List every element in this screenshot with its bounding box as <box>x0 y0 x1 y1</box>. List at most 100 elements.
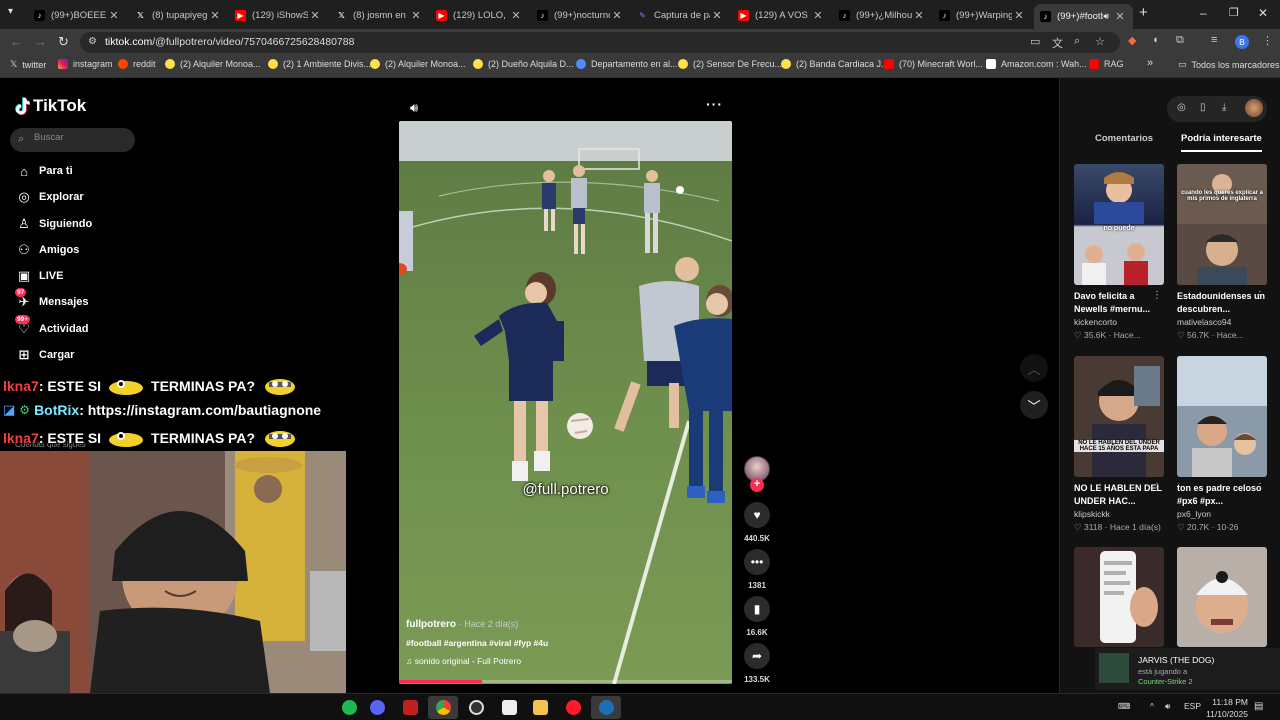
tab-comentarios[interactable]: Comentarios <box>1095 133 1153 144</box>
tab-search-icon[interactable]: ▾ <box>8 6 13 17</box>
nav-para-ti[interactable]: ⌂ Para ti <box>15 161 73 181</box>
browser-tab[interactable]: ▶(129) iShowSp✕ <box>229 4 328 26</box>
minimize-button[interactable]: – <box>1200 6 1207 20</box>
game-notification[interactable]: JARVIS (THE DOG) está jugando a Counter-… <box>1095 648 1280 690</box>
search-input[interactable] <box>34 132 129 143</box>
more-options-icon[interactable]: ··· <box>706 96 723 112</box>
nav-explorar[interactable]: ◎ Explorar <box>15 187 83 207</box>
nav-mensajes[interactable]: ✈ 97 Mensajes <box>15 288 89 312</box>
bookmark-item[interactable]: instagram <box>58 59 113 69</box>
previous-video-button[interactable]: ︿ <box>1020 354 1048 382</box>
close-icon[interactable]: ✕ <box>509 9 523 22</box>
suggested-video-card[interactable] <box>1177 547 1267 647</box>
nav-siguiendo[interactable]: ♙ Siguiendo <box>15 214 92 234</box>
suggested-thumbnail[interactable] <box>1177 356 1267 477</box>
zoom-icon[interactable]: ⌕ <box>1074 35 1080 48</box>
suggested-video-card[interactable]: NO LE HABLEN DEL UNDER HACE 15 AÑOS ESTA… <box>1074 356 1164 533</box>
suggested-thumbnail[interactable]: NO LE HABLEN DEL UNDER HACE 15 AÑOS ESTA… <box>1074 356 1164 477</box>
translate-icon[interactable]: 文 <box>1052 35 1063 51</box>
share-icon[interactable]: ➦ <box>744 643 770 669</box>
follow-plus-button[interactable]: + <box>750 478 764 492</box>
browser-tab[interactable]: ♪ (99+)nocturno ✕ <box>531 4 630 26</box>
video-player[interactable]: @full.potrero fullpotrero · Hace 2 día(s… <box>399 121 732 684</box>
device-icon[interactable]: ▯ <box>1200 102 1206 113</box>
video-sound[interactable]: ♫ sonido original - Full Potrero <box>406 656 726 666</box>
system-clock[interactable]: 11:18 PM 11/10/2025 <box>1198 696 1248 720</box>
close-icon[interactable]: ✕ <box>710 9 724 22</box>
bookmark-item[interactable]: RAG <box>1089 59 1124 69</box>
bookmark-item[interactable]: (2) 1 Ambiente Divis... <box>268 59 371 69</box>
taskbar-obs[interactable] <box>461 696 491 719</box>
close-icon[interactable]: ✕ <box>912 9 926 22</box>
more-options-icon[interactable]: ⋮ <box>1255 290 1265 301</box>
bookmark-item[interactable]: (2) Banda Cardiaca J... <box>781 59 889 69</box>
heart-icon[interactable]: ♥ <box>744 502 770 528</box>
tiktok-logo[interactable]: TikTok <box>14 96 86 116</box>
browser-tab[interactable]: ♪(99+)BOEEE #✕ <box>28 4 127 26</box>
profile-avatar[interactable]: B <box>1235 35 1249 49</box>
speaker-icon[interactable]: 🔊︎ <box>1103 11 1109 22</box>
nav-live[interactable]: ▣ LIVE <box>15 266 64 286</box>
taskbar-explorer[interactable] <box>525 696 555 719</box>
reload-button[interactable]: ↻ <box>58 34 69 50</box>
share-action[interactable]: ➦ 133.5K <box>744 643 770 684</box>
like-action[interactable]: ♥ 440.5K <box>744 502 770 543</box>
extension-icon[interactable]: ◖ <box>1152 34 1159 46</box>
bookmark-item[interactable]: (2) Alquiler Monoa... <box>370 59 466 69</box>
media-icon[interactable]: ≡ <box>1211 34 1217 46</box>
bookmark-item[interactable]: (2) Dueño Alquila D... <box>473 59 574 69</box>
bookmark-icon[interactable]: ▮ <box>744 596 770 622</box>
browser-tab[interactable]: ▶(129) A VOS PA✕ <box>732 4 831 26</box>
taskbar-app[interactable] <box>494 696 524 719</box>
all-bookmarks-folder[interactable]: ▭ Todos los marcadores <box>1178 59 1280 70</box>
browser-tab[interactable]: ♪ (99+)¿Milhous ✕ <box>833 4 932 26</box>
suggested-title[interactable]: ton es padre celoso #px6 #px... <box>1177 482 1267 508</box>
more-options-icon[interactable]: ⋮ <box>1152 290 1162 301</box>
tab-podria-interesarte[interactable]: Podría interesarte <box>1181 133 1262 152</box>
url-text[interactable]: tiktok.com/@fullpotrero/video/7570466725… <box>105 36 354 48</box>
suggested-thumbnail[interactable] <box>1074 547 1164 647</box>
bookmark-item[interactable]: reddit <box>118 59 156 69</box>
close-icon[interactable]: ✕ <box>208 9 222 22</box>
more-options-icon[interactable]: ⋮ <box>1255 482 1265 493</box>
url-bar[interactable]: ⚙ tiktok.com/@fullpotrero/video/75704667… <box>80 32 1120 53</box>
video-progress-bar[interactable] <box>399 680 732 683</box>
bookmark-item[interactable]: (2) Sensor De Frecu... <box>678 59 782 69</box>
nav-amigos[interactable]: ⚇ Amigos <box>15 240 79 260</box>
browser-tab[interactable]: ✎ Captura de pa ✕ <box>631 4 730 26</box>
bookmark-item[interactable]: 𝕏twitter <box>10 59 46 70</box>
video-hashtags[interactable]: #football #argentina #viral #fyp #4u <box>406 638 726 648</box>
taskbar-spotify[interactable] <box>334 696 364 719</box>
restore-button[interactable]: ❐ <box>1229 6 1239 19</box>
notification-center-icon[interactable]: ▤ <box>1254 701 1263 712</box>
install-icon[interactable]: ▭ <box>1030 35 1040 48</box>
bookmarks-overflow-icon[interactable]: » <box>1147 57 1153 69</box>
suggested-thumbnail[interactable] <box>1177 547 1267 647</box>
tray-overflow-icon[interactable]: ^ <box>1150 701 1154 711</box>
speaker-icon[interactable]: 🔊︎ <box>1165 701 1170 712</box>
forward-button[interactable]: → <box>34 34 47 49</box>
site-info-icon[interactable]: ⚙ <box>88 36 97 47</box>
suggested-title[interactable]: Estadounidenses un descubren... <box>1177 290 1267 316</box>
suggested-title[interactable]: Davo felicita a Newells #mernu... <box>1074 290 1164 316</box>
nav-cargar[interactable]: ⊞ Cargar <box>15 345 75 365</box>
browser-tab[interactable]: ▶(129) LOLO, BA✕ <box>430 4 529 26</box>
menu-kebab-icon[interactable]: ⋮ <box>1262 34 1273 47</box>
download-icon[interactable]: ⤓ <box>1222 102 1226 113</box>
bookmark-item[interactable]: (70) Minecraft Worl... <box>884 59 983 69</box>
bookmark-item[interactable]: Departamento en al... <box>576 59 678 69</box>
comment-action[interactable]: ••• 1381 <box>744 549 770 590</box>
browser-tab[interactable]: ♪ (99+)Warping ✕ <box>933 4 1032 26</box>
video-author[interactable]: fullpotrero <box>406 619 456 630</box>
taskbar-steam[interactable] <box>591 696 621 719</box>
taskbar-chrome[interactable] <box>428 696 458 719</box>
browser-tab[interactable]: 𝕏 (8) josmn en X ✕ <box>330 4 429 26</box>
taskbar-voicemeeter[interactable] <box>395 696 425 719</box>
more-options-icon[interactable]: ⋮ <box>1152 482 1162 493</box>
close-icon[interactable]: ✕ <box>107 9 121 22</box>
browser-tab-active[interactable]: ♪ (99+)#footb 🔊︎ ✕ <box>1034 4 1133 29</box>
nav-actividad[interactable]: ♡ 99+ Actividad <box>15 315 89 339</box>
taskbar-discord[interactable] <box>362 696 392 719</box>
keyboard-icon[interactable]: ⌨ <box>1118 701 1130 712</box>
suggested-video-card[interactable]: ton es padre celoso #px6 #px... px6_lyon… <box>1177 356 1267 533</box>
